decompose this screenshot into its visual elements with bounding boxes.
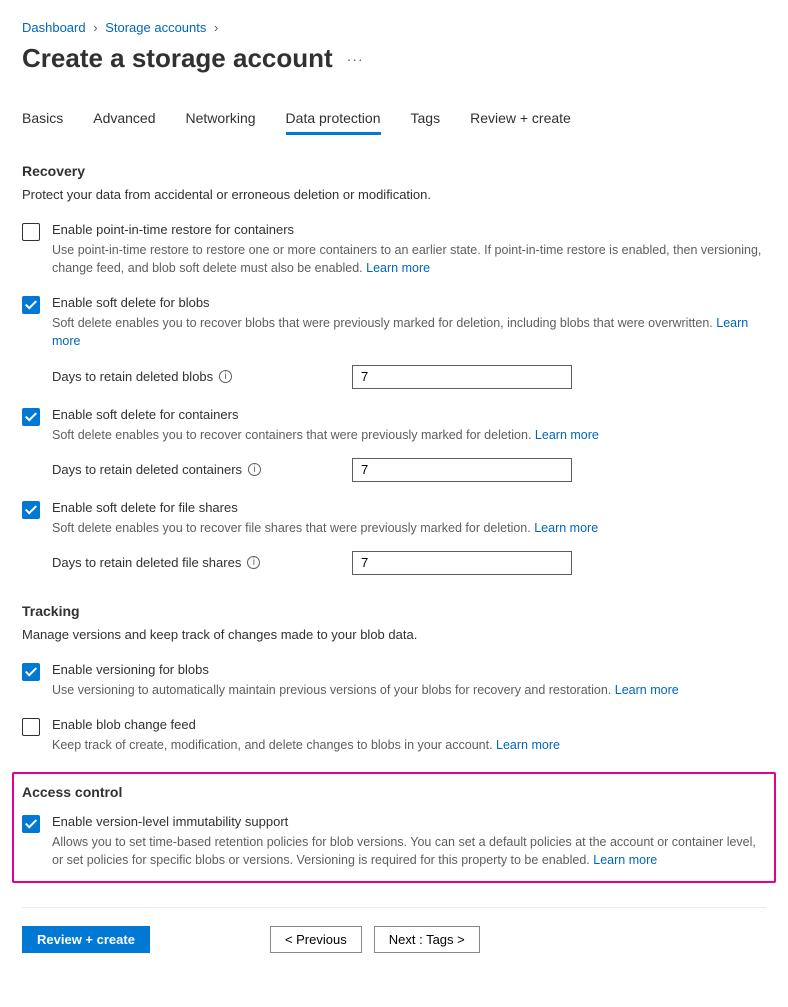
footer-divider [22,907,766,908]
sd-blobs-days-input[interactable] [352,365,572,389]
tab-networking[interactable]: Networking [186,104,256,135]
tab-advanced[interactable]: Advanced [93,104,155,135]
next-button[interactable]: Next : Tags > [374,926,480,953]
enable-change-feed-label: Enable blob change feed [52,717,766,732]
sd-files-days-input[interactable] [352,551,572,575]
page-title: Create a storage account [22,43,333,74]
changefeed-learn-more[interactable]: Learn more [496,738,560,752]
sd-containers-learn-more[interactable]: Learn more [535,428,599,442]
enable-soft-delete-fileshares-label: Enable soft delete for file shares [52,500,766,515]
enable-soft-delete-containers-help: Soft delete enables you to recover conta… [52,426,766,444]
enable-versioning-checkbox[interactable] [22,663,40,681]
review-create-button[interactable]: Review + create [22,926,150,953]
tab-basics[interactable]: Basics [22,104,63,135]
previous-button[interactable]: < Previous [270,926,362,953]
sd-files-days-label: Days to retain deleted file shares [52,555,241,570]
enable-soft-delete-blobs-help: Soft delete enables you to recover blobs… [52,314,766,350]
enable-pitr-checkbox[interactable] [22,223,40,241]
enable-change-feed-checkbox[interactable] [22,718,40,736]
sd-files-learn-more[interactable]: Learn more [534,521,598,535]
enable-soft-delete-fileshares-help: Soft delete enables you to recover file … [52,519,766,537]
sd-containers-days-input[interactable] [352,458,572,482]
enable-immutability-checkbox[interactable] [22,815,40,833]
tracking-section-title: Tracking [22,603,766,619]
enable-soft-delete-containers-checkbox[interactable] [22,408,40,426]
tab-review-create[interactable]: Review + create [470,104,571,135]
enable-pitr-help: Use point-in-time restore to restore one… [52,241,766,277]
enable-immutability-help: Allows you to set time-based retention p… [52,833,766,869]
more-actions-icon[interactable]: ··· [343,47,368,71]
enable-change-feed-help: Keep track of create, modification, and … [52,736,766,754]
breadcrumb: Dashboard › Storage accounts › [22,20,766,35]
tabs: Basics Advanced Networking Data protecti… [22,104,766,135]
access-control-section-title: Access control [22,784,766,800]
enable-soft-delete-blobs-checkbox[interactable] [22,296,40,314]
breadcrumb-dashboard[interactable]: Dashboard [22,20,86,35]
chevron-right-icon: › [214,20,218,35]
tracking-section-desc: Manage versions and keep track of change… [22,627,766,642]
enable-soft-delete-blobs-label: Enable soft delete for blobs [52,295,766,310]
enable-soft-delete-fileshares-checkbox[interactable] [22,501,40,519]
access-control-highlight: Access control Enable version-level immu… [12,772,776,883]
enable-versioning-label: Enable versioning for blobs [52,662,766,677]
pitr-learn-more[interactable]: Learn more [366,261,430,275]
immutability-learn-more[interactable]: Learn more [593,853,657,867]
enable-versioning-help: Use versioning to automatically maintain… [52,681,766,699]
recovery-section-desc: Protect your data from accidental or err… [22,187,766,202]
enable-soft-delete-containers-label: Enable soft delete for containers [52,407,766,422]
chevron-right-icon: › [93,20,97,35]
info-icon[interactable]: i [248,463,261,476]
info-icon[interactable]: i [247,556,260,569]
enable-pitr-label: Enable point-in-time restore for contain… [52,222,766,237]
enable-immutability-label: Enable version-level immutability suppor… [52,814,766,829]
recovery-section-title: Recovery [22,163,766,179]
sd-containers-days-label: Days to retain deleted containers [52,462,242,477]
info-icon[interactable]: i [219,370,232,383]
tab-tags[interactable]: Tags [411,104,441,135]
sd-blobs-days-label: Days to retain deleted blobs [52,369,213,384]
versioning-learn-more[interactable]: Learn more [615,683,679,697]
breadcrumb-storage-accounts[interactable]: Storage accounts [105,20,206,35]
tab-data-protection[interactable]: Data protection [286,104,381,135]
